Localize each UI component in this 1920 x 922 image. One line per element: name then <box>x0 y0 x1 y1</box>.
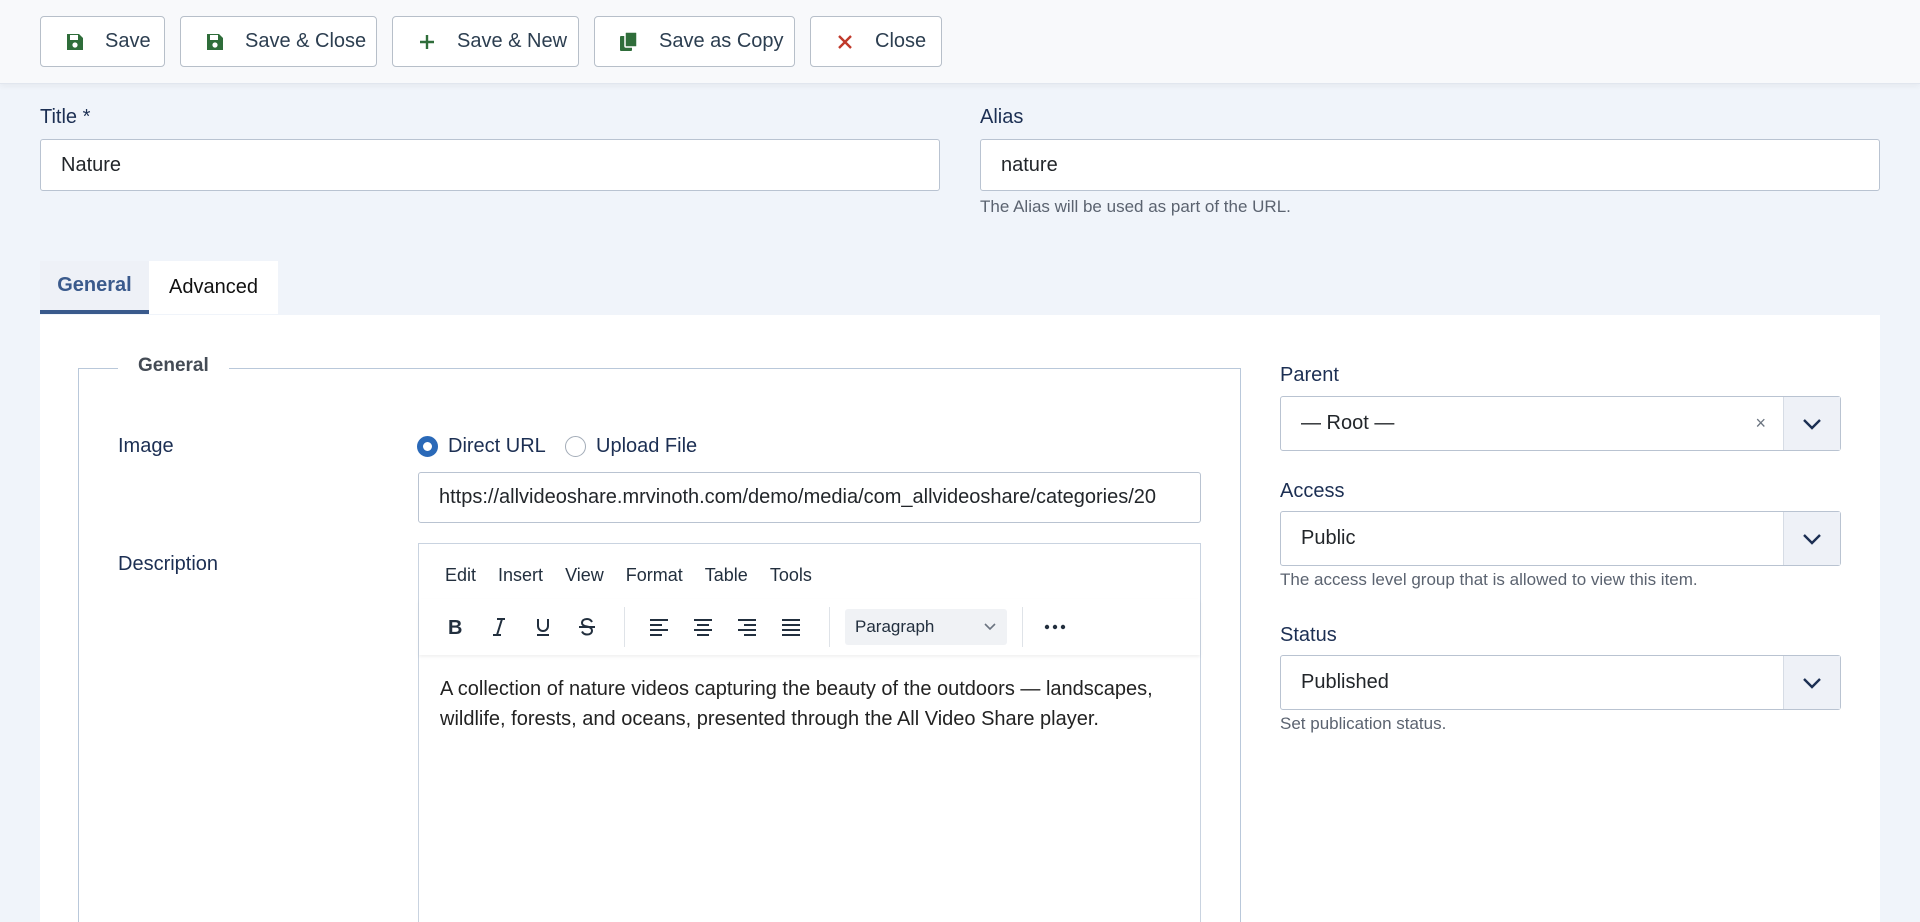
block-format-select[interactable]: Paragraph <box>845 609 1007 645</box>
save-as-copy-label: Save as Copy <box>659 30 784 52</box>
save-and-close-button[interactable]: Save & Close <box>180 16 377 67</box>
editor-content[interactable]: A collection of nature videos capturing … <box>440 674 1180 734</box>
close-button[interactable]: Close <box>810 16 942 67</box>
save-label: Save <box>105 30 151 52</box>
access-label: Access <box>1280 480 1345 502</box>
save-as-copy-button[interactable]: Save as Copy <box>594 16 795 67</box>
align-center-icon[interactable] <box>687 611 719 643</box>
tab-general[interactable]: General <box>40 261 149 314</box>
radio-direct-url[interactable]: Direct URL <box>417 435 546 458</box>
chevron-down-icon[interactable] <box>1783 512 1840 565</box>
bold-icon[interactable]: B <box>439 611 471 643</box>
menu-insert[interactable]: Insert <box>498 565 543 586</box>
editor-toolbar: B Paragraph <box>419 599 1200 655</box>
parent-label: Parent <box>1280 364 1339 386</box>
alias-input[interactable]: nature <box>980 139 1880 191</box>
radio-upload-file[interactable]: Upload File <box>565 435 697 458</box>
underline-icon[interactable] <box>527 611 559 643</box>
image-url-input[interactable]: https://allvideoshare.mrvinoth.com/demo/… <box>418 472 1201 523</box>
toolbar-separator <box>624 607 625 647</box>
radio-checked-icon <box>417 436 438 457</box>
align-justify-icon[interactable] <box>775 611 807 643</box>
save-button[interactable]: Save <box>40 16 165 67</box>
strikethrough-icon[interactable] <box>571 611 603 643</box>
more-options-icon[interactable] <box>1039 611 1071 643</box>
access-value: Public <box>1301 527 1356 549</box>
parent-select[interactable]: — Root — × <box>1280 396 1841 451</box>
save-and-close-label: Save & Close <box>245 30 367 52</box>
status-label: Status <box>1280 624 1337 646</box>
access-help-text: The access level group that is allowed t… <box>1280 570 1698 589</box>
toolbar-separator <box>1022 607 1023 647</box>
status-help-text: Set publication status. <box>1280 714 1447 733</box>
floppy-disk-icon <box>63 30 87 54</box>
menu-table[interactable]: Table <box>705 565 748 586</box>
radio-upload-file-label: Upload File <box>596 435 698 457</box>
chevron-down-icon <box>983 619 997 639</box>
tab-advanced[interactable]: Advanced <box>149 261 278 314</box>
copy-icon <box>617 30 641 54</box>
plus-icon <box>415 30 439 54</box>
menu-format[interactable]: Format <box>626 565 683 586</box>
italic-icon[interactable] <box>483 611 515 643</box>
access-select[interactable]: Public <box>1280 511 1841 566</box>
image-label: Image <box>118 435 174 457</box>
menu-edit[interactable]: Edit <box>445 565 476 586</box>
radio-direct-url-label: Direct URL <box>448 435 546 457</box>
close-label: Close <box>875 30 927 52</box>
chevron-down-icon[interactable] <box>1783 397 1840 450</box>
description-label: Description <box>118 553 219 575</box>
align-left-icon[interactable] <box>643 611 675 643</box>
rich-text-editor: Edit Insert View Format Table Tools B Pa… <box>418 543 1201 922</box>
toolbar-separator <box>829 607 830 647</box>
status-select[interactable]: Published <box>1280 655 1841 710</box>
alias-help-text: The Alias will be used as part of the UR… <box>980 197 1291 216</box>
block-format-value: Paragraph <box>855 617 935 636</box>
save-and-new-label: Save & New <box>457 30 568 52</box>
editor-menubar: Edit Insert View Format Table Tools <box>445 565 834 586</box>
parent-value: — Root — <box>1301 412 1395 434</box>
status-value: Published <box>1301 671 1389 693</box>
x-icon <box>833 30 857 54</box>
toolbar: Save Save & Close Save & New Save as Cop… <box>0 0 1920 84</box>
svg-text:B: B <box>448 617 462 638</box>
title-label: Title * <box>40 106 91 128</box>
save-and-new-button[interactable]: Save & New <box>392 16 579 67</box>
menu-tools[interactable]: Tools <box>770 565 812 586</box>
title-input[interactable]: Nature <box>40 139 940 191</box>
align-right-icon[interactable] <box>731 611 763 643</box>
fieldset-legend: General <box>118 355 229 377</box>
alias-label: Alias <box>980 106 1024 128</box>
menu-view[interactable]: View <box>565 565 604 586</box>
clear-icon[interactable]: × <box>1755 413 1766 434</box>
radio-unchecked-icon <box>565 436 586 457</box>
chevron-down-icon[interactable] <box>1783 656 1840 709</box>
floppy-disk-icon <box>203 30 227 54</box>
